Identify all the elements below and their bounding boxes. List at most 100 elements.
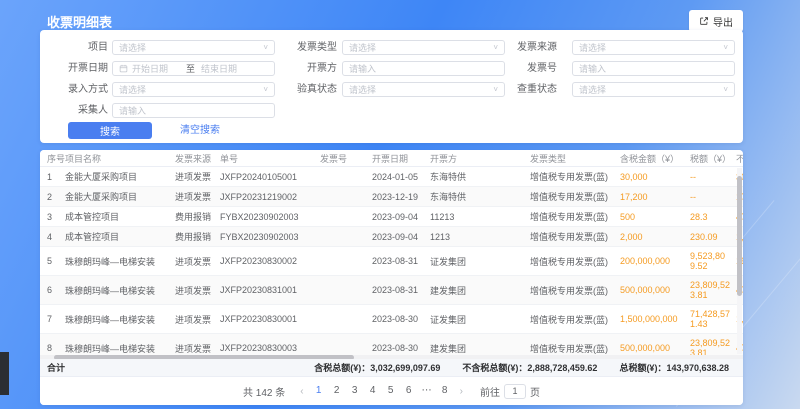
total-incl-tax: 含税总额(¥)：3,032,699,097.69 [314,361,440,374]
cell-tax: 230.09 [690,232,736,242]
cell-amount_incl: 2,000 [620,232,690,242]
cell-date: 2023-12-19 [372,192,430,202]
cell-date: 2023-08-30 [372,314,430,324]
cell-date: 2024-01-05 [372,172,430,182]
clear-search-button[interactable]: 清空搜索 [180,122,220,139]
cell-source: 进项发票 [175,170,220,183]
table-row: 5珠穆朗玛峰—电梯安装进项发票JXFP202308300022023-08-31… [40,247,743,276]
cell-amount_incl: 500,000,000 [620,343,690,353]
cell-tax: 9,523,809.52 [690,251,736,271]
calendar-icon [119,64,128,73]
cell-seq: 8 [47,343,65,353]
cell-issuer: 建发集团 [430,342,530,355]
cell-amount_incl: 500,000,000 [620,285,690,295]
cell-issuer: 1213 [430,232,530,242]
invoice-source-select[interactable]: 请选择 ˅ [572,40,735,55]
cell-project: 金能大厦采购项目 [65,190,175,203]
filter-panel: 项目 请选择 ˅ 发票类型 请选择 ˅ 发票来源 请选择 ˅ 开票日期 开始日期… [40,30,743,143]
dedupe-status-select[interactable]: 请选择 ˅ [572,82,735,97]
page-button-4[interactable]: 4 [365,383,381,399]
entry-method-label: 录入方式 [40,82,108,97]
date-separator: 至 [184,62,197,75]
page-button-6[interactable]: 6 [401,383,417,399]
cell-amount_incl: 500 [620,212,690,222]
table-row: 6珠穆朗玛峰—电梯安装进项发票JXFP202308310012023-08-31… [40,276,743,305]
vertical-scrollbar-thumb[interactable] [737,176,742,296]
export-label: 导出 [713,14,733,29]
cell-doc_no: JXFP20230830001 [220,314,320,324]
cell-tax: 28.3 [690,212,736,222]
export-icon [699,16,709,26]
cell-doc_no: JXFP20240105001 [220,172,320,182]
cell-type: 增值税专用发票(蓝) [530,284,620,297]
cell-issuer: 证发集团 [430,313,530,326]
page-button-3[interactable]: 3 [347,383,363,399]
cell-source: 进项发票 [175,342,220,355]
start-date-placeholder: 开始日期 [132,62,180,75]
page-button-8[interactable]: 8 [437,383,453,399]
cell-source: 费用报销 [175,230,220,243]
column-header-type: 发票类型 [530,152,620,165]
verify-status-select[interactable]: 请选择 ˅ [342,82,505,97]
invoice-no-input[interactable] [572,61,735,76]
table-row: 2金能大厦采购项目进项发票JXFP202312190022023-12-19东海… [40,187,743,207]
cell-project: 成本管控项目 [65,230,175,243]
invoice-type-label: 发票类型 [280,40,337,55]
cell-seq: 5 [47,256,65,266]
page-number-list: 123456⋯8 [311,383,453,399]
issue-date-range-picker[interactable]: 开始日期 至 结束日期 [112,61,275,76]
cell-amount_incl: 200,000,000 [620,256,690,266]
chevron-down-icon: ˅ [723,43,728,52]
entry-method-select[interactable]: 请选择 ˅ [112,82,275,97]
invoice-source-label: 发票来源 [495,40,557,55]
cell-seq: 3 [47,212,65,222]
background-artifact [0,352,9,395]
collector-label: 采集人 [40,103,108,118]
table-header-row: 序号项目名称发票来源单号发票号开票日期开票方发票类型含税金额（¥）税额（¥）不含… [40,150,743,167]
collector-input[interactable] [112,103,275,118]
table-row: 7珠穆朗玛峰—电梯安装进项发票JXFP20230830001 2023-08-30… [40,305,743,334]
invoice-table-card: 序号项目名称发票来源单号发票号开票日期开票方发票类型含税金额（¥）税额（¥）不含… [40,150,743,405]
prev-page-button[interactable]: ‹ [297,386,306,397]
issuer-input[interactable] [342,61,505,76]
page-title: 收票明细表 [47,12,112,31]
cell-project: 珠穆朗玛峰—电梯安装 [65,342,175,355]
export-button[interactable]: 导出 [689,10,743,32]
cell-seq: 6 [47,285,65,295]
search-button[interactable]: 搜索 [68,122,152,139]
cell-seq: 7 [47,314,65,324]
total-tax: 总税额(¥)：143,970,638.28 [619,361,729,374]
cell-seq: 4 [47,232,65,242]
verify-status-label: 验真状态 [280,82,337,97]
project-select[interactable]: 请选择 ˅ [112,40,275,55]
page-button-2[interactable]: 2 [329,383,345,399]
page-button-5[interactable]: 5 [383,383,399,399]
invoice-type-select[interactable]: 请选择 ˅ [342,40,505,55]
cell-date: 2023-08-31 [372,285,430,295]
cell-seq: 2 [47,192,65,202]
cell-tax: 23,809,523.81 [690,280,736,300]
column-header-seq: 序号 [47,152,65,165]
table-body: 1金能大厦采购项目进项发票JXFP202401050012024-01-05东海… [40,167,743,363]
cell-source: 进项发票 [175,313,220,326]
table-row: 3成本管控项目费用报销FYBX202309020032023-09-041121… [40,207,743,227]
cell-date: 2023-08-30 [372,343,430,353]
pagination-bar: 共 142 条 ‹ 123456⋯8 › 前往 页 [40,377,743,405]
cell-project: 珠穆朗玛峰—电梯安装 [65,313,175,326]
dedupe-status-label: 查重状态 [495,82,557,97]
page-button-1[interactable]: 1 [311,383,327,399]
cell-type: 增值税专用发票(蓝) [530,230,620,243]
next-page-button[interactable]: › [457,386,466,397]
issuer-field[interactable] [349,64,498,74]
collector-field[interactable] [119,106,268,116]
summary-row: 合计 含税总额(¥)：3,032,699,097.69 不含税总额(¥)：2,8… [40,359,743,377]
cell-amount_incl: 30,000 [620,172,690,182]
cell-type: 增值税专用发票(蓝) [530,210,620,223]
cell-issuer: 11213 [430,212,530,222]
cell-source: 费用报销 [175,210,220,223]
vertical-scrollbar[interactable] [737,168,742,354]
goto-page-input[interactable] [504,384,526,399]
cell-type: 增值税专用发票(蓝) [530,190,620,203]
invoice-no-field[interactable] [579,64,728,74]
cell-doc_no: JXFP20231219002 [220,192,320,202]
